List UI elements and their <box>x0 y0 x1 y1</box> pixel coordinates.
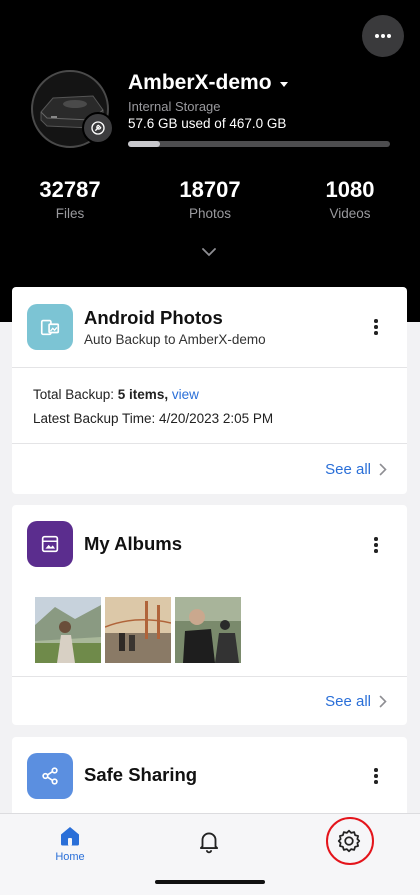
see-all-link[interactable]: See all <box>325 461 387 478</box>
caret-down-icon <box>279 81 288 87</box>
stat-photos[interactable]: 18707 Photos <box>155 177 265 221</box>
total-backup-value: 5 items, <box>117 387 169 402</box>
device-settings-badge[interactable] <box>82 112 114 144</box>
album-photo <box>175 597 241 663</box>
chevron-right-icon <box>379 463 387 476</box>
see-all-label: See all <box>325 461 371 478</box>
album-thumbnail[interactable] <box>105 597 171 663</box>
stat-value: 1080 <box>325 177 375 202</box>
divider <box>12 676 407 677</box>
phone-gallery-icon <box>40 319 60 336</box>
album-photo <box>35 597 101 663</box>
device-header: AmberX-demo Internal Storage 57.6 GB use… <box>0 0 420 322</box>
divider <box>12 443 407 444</box>
share-icon <box>42 767 58 785</box>
settings-highlight-circle <box>326 817 374 865</box>
album-photo <box>105 597 171 663</box>
my-albums-card: My Albums See all <box>12 505 407 725</box>
see-all-link[interactable]: See all <box>325 693 387 710</box>
stat-videos[interactable]: 1080 Videos <box>295 177 405 221</box>
card-menu-button[interactable] <box>368 766 384 786</box>
wrench-icon <box>91 121 105 135</box>
card-title: Android Photos <box>84 307 223 328</box>
android-photos-card: Android Photos Auto Backup to AmberX-dem… <box>12 287 407 494</box>
nav-home-tab[interactable]: Home <box>45 824 95 863</box>
expand-chevron-icon[interactable] <box>201 247 217 257</box>
stat-files[interactable]: 32787 Files <box>15 177 125 221</box>
storage-progress-fill <box>128 141 161 147</box>
album-thumbnail[interactable] <box>175 597 241 663</box>
my-albums-icon-tile <box>27 521 73 567</box>
total-backup-label: Total Backup: <box>33 387 118 402</box>
card-title: My Albums <box>84 533 182 554</box>
more-horizontal-icon <box>375 34 391 38</box>
storage-progress-bar <box>128 141 390 147</box>
total-backup-line: Total Backup: 5 items, view <box>33 387 199 402</box>
more-options-button[interactable] <box>362 15 404 57</box>
card-menu-button[interactable] <box>368 317 384 337</box>
see-all-label: See all <box>325 693 371 710</box>
device-name: AmberX-demo <box>128 71 272 94</box>
safe-sharing-icon-tile <box>27 753 73 799</box>
nav-home-label: Home <box>55 851 85 863</box>
storage-label: Internal Storage <box>128 99 221 114</box>
card-title: Safe Sharing <box>84 764 198 785</box>
chevron-right-icon <box>379 695 387 708</box>
storage-usage: 57.6 GB used of 467.0 GB <box>128 116 287 131</box>
android-photos-icon-tile <box>27 304 73 350</box>
stat-value: 18707 <box>179 177 241 202</box>
stat-label: Photos <box>188 206 232 221</box>
stat-value: 32787 <box>39 177 101 202</box>
album-thumbnail[interactable] <box>35 597 101 663</box>
stat-label: Videos <box>329 206 371 221</box>
device-name-dropdown[interactable]: AmberX-demo <box>128 71 288 95</box>
card-subtitle: Auto Backup to AmberX-demo <box>84 332 266 347</box>
card-menu-button[interactable] <box>368 535 384 555</box>
album-icon <box>41 535 59 553</box>
stat-label: Files <box>55 206 85 221</box>
home-indicator <box>155 880 265 884</box>
home-icon <box>61 827 79 846</box>
latest-backup-time: Latest Backup Time: 4/20/2023 2:05 PM <box>33 411 274 426</box>
divider <box>12 367 407 368</box>
view-link[interactable]: view <box>172 387 199 402</box>
bell-icon[interactable] <box>196 828 222 854</box>
